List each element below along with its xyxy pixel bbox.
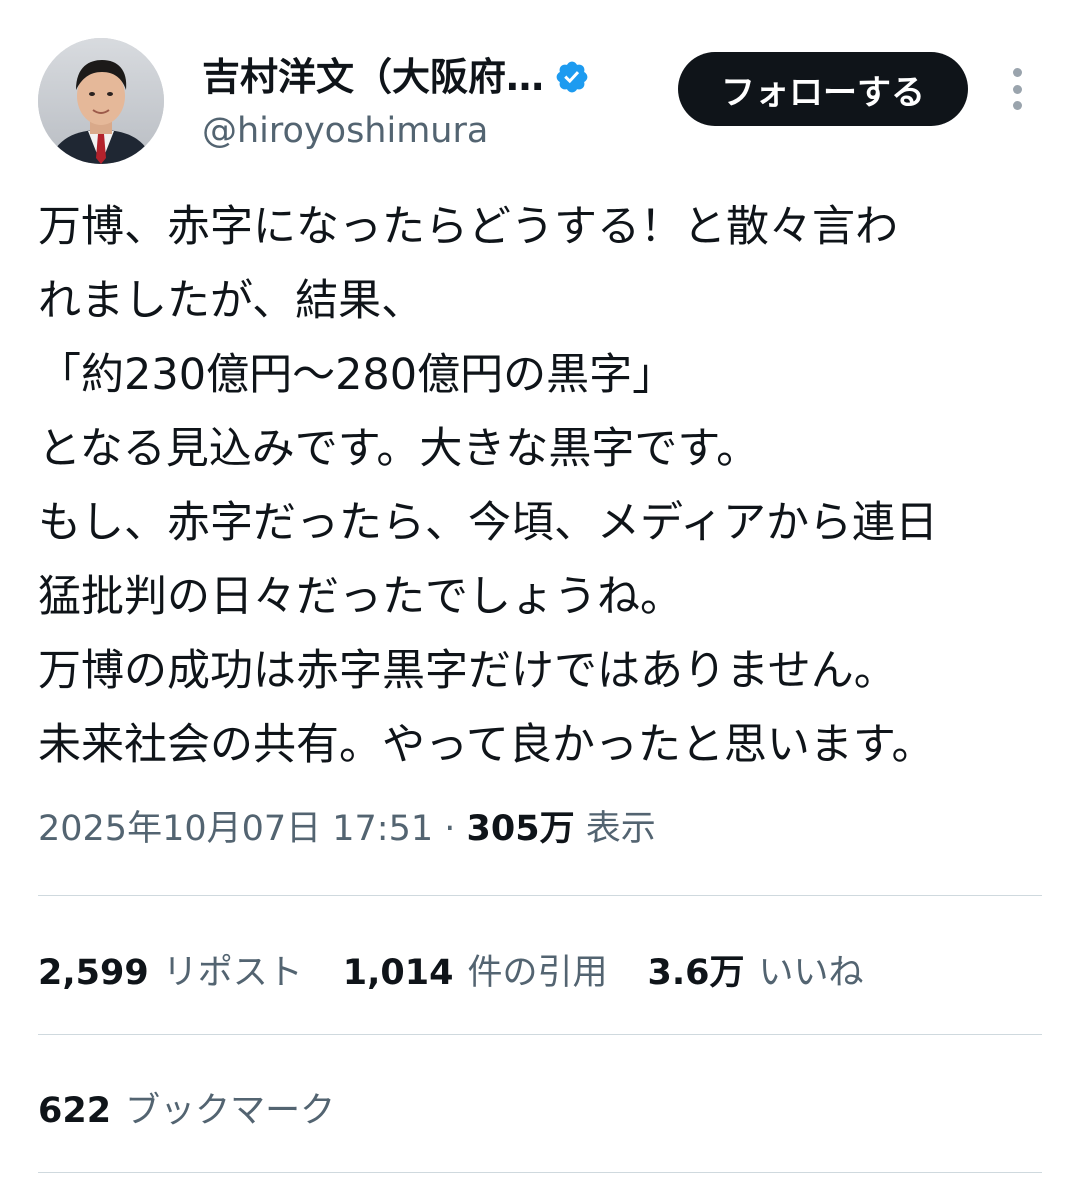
vertical-ellipsis-icon[interactable] [1004, 68, 1030, 110]
bookmarks-label: ブックマーク [125, 1090, 336, 1131]
display-name[interactable]: 吉村洋文（大阪府… [202, 52, 544, 102]
display-name-row: 吉村洋文（大阪府… [202, 52, 662, 102]
bookmarks-stat-inner: 622 ブックマーク [38, 1082, 335, 1133]
ellipsis-dot [1012, 68, 1022, 77]
likes-stat[interactable]: 3.6万 いいね [647, 944, 863, 995]
tweet-text-line: 「約230億円〜280億円の黒字」 [38, 350, 676, 400]
tweet-text: 万博、赤字になったらどうする！と散々言わ れましたが、結果、 「約230億円〜2… [38, 190, 1053, 782]
avatar[interactable] [38, 38, 164, 164]
tweet-text-line: 万博、赤字になったらどうする！と散々言わ [38, 202, 898, 252]
engagement-stats: 2,599 リポスト 1,014 件の引用 3.6万 いいね [38, 942, 904, 996]
ellipsis-dot [1012, 101, 1022, 110]
views-label: 表示 [585, 809, 656, 849]
tweet-text-line: 万博の成功は赤字黒字だけではありません。 [38, 646, 897, 696]
reposts-stat[interactable]: 2,599 リポスト [38, 944, 303, 995]
avatar-image [38, 38, 164, 164]
quotes-stat[interactable]: 1,014 件の引用 [343, 944, 608, 995]
reposts-count: 2,599 [38, 952, 149, 993]
likes-count: 3.6万 [647, 952, 745, 993]
meta-separator: · [433, 809, 467, 849]
verified-badge-icon[interactable] [554, 59, 590, 95]
divider [38, 1034, 1042, 1035]
follow-button[interactable]: フォローする [678, 52, 968, 126]
ellipsis-dot [1012, 84, 1022, 94]
tweet-text-line: となる見込みです。大きな黒字です。 [38, 424, 760, 474]
tweet-header: 吉村洋文（大阪府… @hiroyoshimura フォローする [38, 38, 1042, 164]
reposts-label: リポスト [162, 952, 303, 993]
tweet-text-line: もし、赤字だったら、今頃、メディアから連日 [38, 498, 938, 548]
user-handle[interactable]: @hiroyoshimura [202, 106, 662, 156]
views-count: 305万 [466, 809, 575, 849]
divider [38, 1172, 1042, 1173]
likes-label: いいね [758, 952, 864, 993]
bookmarks-stat[interactable]: 622 ブックマーク [38, 1080, 375, 1134]
bookmarks-count: 622 [38, 1090, 112, 1131]
divider [38, 895, 1042, 896]
tweet-text-line: 未来社会の共有。やって良かったと思います。 [38, 720, 935, 770]
tweet-text-line: 猛批判の日々だったでしょうね。 [38, 572, 683, 622]
quotes-count: 1,014 [342, 952, 454, 993]
tweet-meta: 2025年10月07日 17:51 · 305万 表示 [38, 804, 656, 854]
author-info: 吉村洋文（大阪府… @hiroyoshimura [202, 52, 662, 156]
tweet-text-line: れましたが、結果、 [38, 276, 425, 326]
timestamp[interactable]: 2025年10月07日 17:51 [38, 809, 433, 849]
quotes-label: 件の引用 [467, 952, 608, 993]
